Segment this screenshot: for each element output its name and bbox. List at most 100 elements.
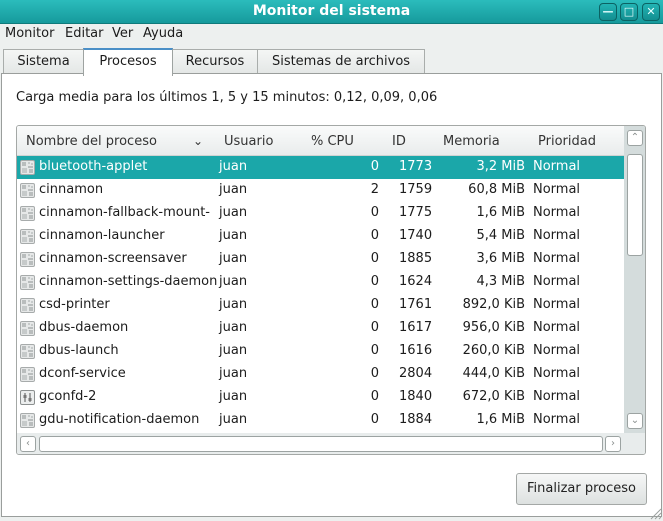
process-cpu: 0 — [370, 389, 379, 404]
process-memory: 260,0 KiB — [462, 343, 525, 358]
table-row[interactable]: cinnamon-fallback-mount- juan 0 1775 1,6… — [17, 202, 624, 225]
column-header-priority[interactable]: Prioridad — [538, 134, 596, 149]
tab-sistema[interactable]: Sistema — [3, 49, 84, 75]
menu-ayuda[interactable]: Ayuda — [143, 26, 183, 41]
table-row[interactable]: csd-printer juan 0 1761 892,0 KiB Normal — [17, 294, 624, 317]
menu-monitor[interactable]: Monitor — [5, 26, 54, 41]
process-priority: Normal — [533, 251, 581, 266]
process-cpu: 0 — [370, 159, 379, 174]
process-name: csd-printer — [39, 297, 110, 312]
column-header-user[interactable]: Usuario — [224, 134, 273, 149]
tab-sistemas-de-archivos[interactable]: Sistemas de archivos — [257, 49, 425, 75]
menu-ver[interactable]: Ver — [112, 26, 133, 41]
menu-bar: Monitor Editar Ver Ayuda — [0, 24, 663, 46]
chevron-down-icon: ⌄ — [630, 415, 640, 426]
process-name: gconfd-2 — [39, 389, 97, 404]
chevron-right-icon: › — [611, 438, 615, 449]
generic-process-icon — [20, 344, 35, 359]
tab-recursos[interactable]: Recursos — [172, 49, 258, 75]
process-priority: Normal — [533, 159, 581, 174]
table-row[interactable]: dbus-daemon juan 0 1617 956,0 KiB Normal — [17, 317, 624, 340]
close-icon: ✕ — [646, 5, 656, 18]
process-cpu: 0 — [370, 274, 379, 289]
window-title: Monitor del sistema — [252, 3, 411, 19]
column-header-cpu[interactable]: % CPU — [311, 134, 354, 149]
table-row[interactable]: bluetooth-applet juan 0 1773 3,2 MiB Nor… — [17, 156, 624, 179]
horizontal-scrollbar[interactable]: ‹ › — [17, 433, 624, 454]
scroll-right-button[interactable]: › — [605, 436, 621, 452]
process-memory: 1,6 MiB — [476, 205, 525, 220]
table-row[interactable]: cinnamon-screensaver juan 0 1885 3,6 MiB… — [17, 248, 624, 271]
generic-process-icon — [20, 275, 35, 290]
process-id: 1624 — [399, 274, 433, 289]
chevron-down-icon[interactable]: ⌄ — [193, 134, 203, 148]
maximize-button[interactable]: □ — [620, 3, 638, 21]
column-header-name[interactable]: Nombre del proceso — [26, 134, 157, 149]
column-header-id[interactable]: ID — [392, 134, 406, 149]
table-row[interactable]: dconf-service juan 0 2804 444,0 KiB Norm… — [17, 363, 624, 386]
table-row[interactable]: gdu-notification-daemon juan 0 1884 1,6 … — [17, 409, 624, 432]
process-id: 1740 — [399, 228, 433, 243]
process-name: dbus-daemon — [39, 320, 129, 335]
process-memory: 60,8 MiB — [468, 182, 525, 197]
process-id: 1616 — [399, 343, 433, 358]
horizontal-scroll-thumb[interactable] — [39, 436, 603, 452]
process-user: juan — [219, 320, 248, 335]
title-bar: Monitor del sistema — □ ✕ — [0, 0, 663, 24]
process-memory: 892,0 KiB — [462, 297, 525, 312]
table-row[interactable]: cinnamon juan 2 1759 60,8 MiB Normal — [17, 179, 624, 202]
vertical-scrollbar[interactable]: ⌃ ⌄ — [624, 126, 645, 433]
process-cpu: 0 — [370, 297, 379, 312]
process-name: cinnamon-settings-daemon — [39, 274, 217, 289]
generic-process-icon — [20, 413, 35, 428]
process-id: 1884 — [399, 412, 433, 427]
process-memory: 1,6 MiB — [476, 412, 525, 427]
process-memory: 5,4 MiB — [476, 228, 525, 243]
process-priority: Normal — [533, 412, 581, 427]
menu-editar[interactable]: Editar — [65, 26, 104, 41]
table-row[interactable]: cinnamon-launcher juan 0 1740 5,4 MiB No… — [17, 225, 624, 248]
process-priority: Normal — [533, 182, 581, 197]
column-header-memory[interactable]: Memoria — [443, 134, 500, 149]
generic-process-icon — [20, 183, 35, 198]
process-cpu: 0 — [370, 320, 379, 335]
generic-process-icon — [20, 206, 35, 221]
process-memory: 956,0 KiB — [462, 320, 525, 335]
minimize-button[interactable]: — — [599, 3, 617, 21]
process-user: juan — [219, 343, 248, 358]
table-row[interactable]: dbus-launch juan 0 1616 260,0 KiB Normal — [17, 340, 624, 363]
process-id: 1773 — [399, 159, 433, 174]
resize-grip-icon[interactable] — [648, 506, 662, 520]
table-row[interactable]: cinnamon-settings-daemon juan 0 1624 4,3… — [17, 271, 624, 294]
process-id: 1759 — [399, 182, 433, 197]
load-average-label: Carga media para los últimos 1, 5 y 15 m… — [16, 90, 438, 105]
process-user: juan — [219, 297, 248, 312]
generic-process-icon — [20, 298, 35, 313]
process-memory: 672,0 KiB — [462, 389, 525, 404]
process-cpu: 2 — [370, 182, 379, 197]
process-cpu: 0 — [370, 228, 379, 243]
scroll-up-button[interactable]: ⌃ — [627, 130, 643, 146]
process-priority: Normal — [533, 205, 581, 220]
process-id: 1617 — [399, 320, 433, 335]
chevron-left-icon: ‹ — [26, 438, 30, 449]
end-process-button[interactable]: Finalizar proceso — [516, 473, 647, 505]
process-cpu: 0 — [370, 205, 379, 220]
process-name: dbus-launch — [39, 343, 119, 358]
process-name: bluetooth-applet — [39, 159, 148, 174]
process-user: juan — [219, 159, 248, 174]
table-row[interactable]: gconfd-2 juan 0 1840 672,0 KiB Normal — [17, 386, 624, 409]
process-memory: 3,2 MiB — [476, 159, 525, 174]
scroll-left-button[interactable]: ‹ — [20, 436, 36, 452]
generic-process-icon — [20, 160, 35, 175]
tab-procesos[interactable]: Procesos — [83, 48, 173, 76]
vertical-scroll-thumb[interactable] — [627, 154, 643, 256]
close-button[interactable]: ✕ — [642, 3, 660, 21]
process-id: 1775 — [399, 205, 433, 220]
process-cpu: 0 — [370, 343, 379, 358]
process-id: 2804 — [399, 366, 433, 381]
process-name: gdu-notification-daemon — [39, 412, 200, 427]
process-priority: Normal — [533, 389, 581, 404]
process-user: juan — [219, 182, 248, 197]
scroll-down-button[interactable]: ⌄ — [627, 413, 643, 429]
